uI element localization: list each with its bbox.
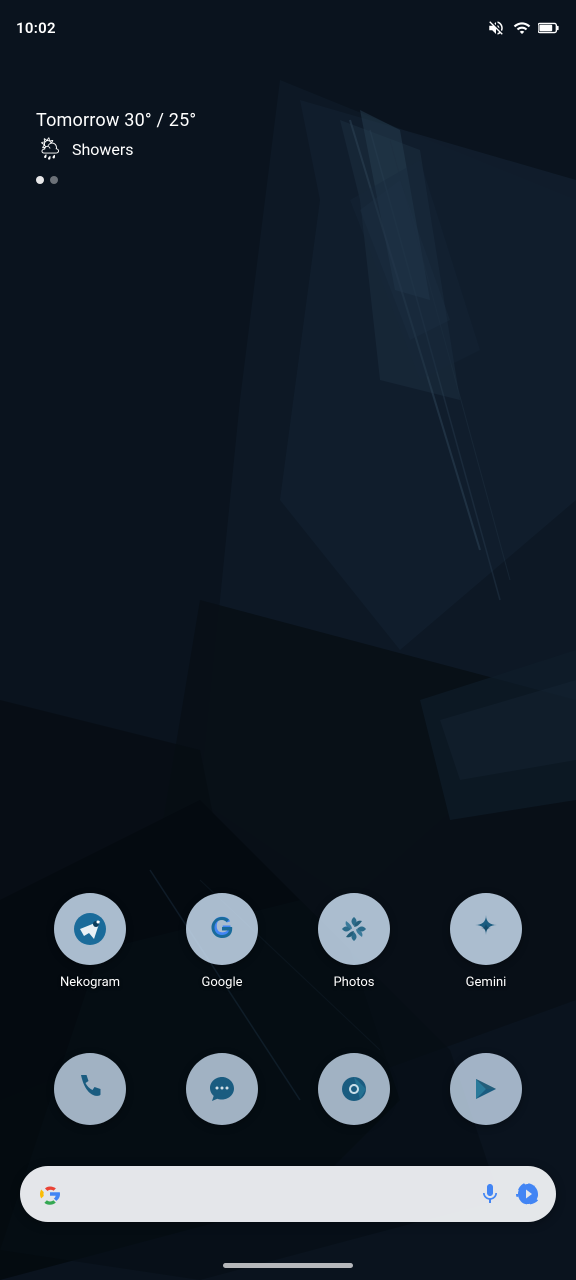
gemini-icon-bg (450, 893, 522, 965)
weather-condition-text: Showers (72, 140, 134, 159)
chrome-icon (336, 1071, 372, 1107)
wifi-icon (512, 19, 532, 37)
home-indicator[interactable] (223, 1263, 353, 1268)
dock-chrome[interactable] (318, 1053, 390, 1125)
page-indicators (36, 176, 196, 184)
photos-label: Photos (333, 975, 374, 990)
app-nekogram[interactable]: Nekogram (40, 893, 140, 990)
weather-condition-row: 🌦 Showers (36, 137, 196, 162)
nekogram-icon (72, 911, 108, 947)
dock-phone[interactable] (54, 1053, 126, 1125)
app-photos[interactable]: Photos (304, 893, 404, 990)
app-gemini[interactable]: Gemini (436, 893, 536, 990)
google-icon: G (204, 911, 240, 947)
lens-icon[interactable] (516, 1182, 540, 1206)
gemini-label: Gemini (466, 975, 507, 990)
page-dot-1[interactable] (36, 176, 44, 184)
app-google[interactable]: G Google (172, 893, 272, 990)
dock-messages[interactable] (186, 1053, 258, 1125)
microphone-icon[interactable] (478, 1182, 502, 1206)
google-label: Google (201, 975, 242, 990)
nekogram-label: Nekogram (60, 975, 120, 990)
mute-icon (486, 19, 506, 37)
gemini-icon (468, 911, 504, 947)
phone-icon (72, 1071, 108, 1107)
page-dot-2[interactable] (50, 176, 58, 184)
messages-icon (204, 1071, 240, 1107)
photos-icon (336, 911, 372, 947)
playstore-icon (468, 1071, 504, 1107)
status-icons (486, 19, 560, 37)
google-icon-bg: G (186, 893, 258, 965)
photos-icon-bg (318, 893, 390, 965)
battery-icon (538, 20, 560, 36)
status-time: 10:02 (16, 19, 56, 37)
weather-condition-icon: 🌦 (36, 137, 64, 162)
google-search-logo (36, 1180, 64, 1208)
dock-playstore[interactable] (450, 1053, 522, 1125)
weather-widget[interactable]: Tomorrow 30° / 25° 🌦 Showers (36, 110, 196, 184)
dock-row (0, 1053, 576, 1125)
status-bar: 10:02 (0, 0, 576, 48)
nekogram-icon-bg (54, 893, 126, 965)
weather-forecast: Tomorrow 30° / 25° (36, 110, 196, 131)
app-row-1: Nekogram G Google (0, 893, 576, 990)
search-action-icons (478, 1182, 540, 1206)
search-bar[interactable] (20, 1166, 556, 1222)
